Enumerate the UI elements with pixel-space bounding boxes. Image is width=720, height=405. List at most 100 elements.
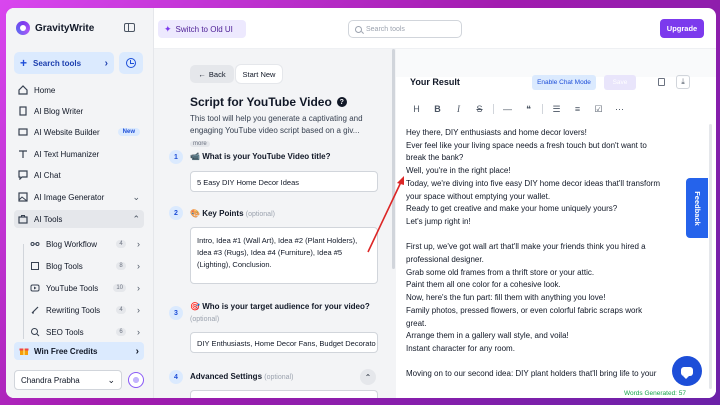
history-icon <box>126 58 136 68</box>
start-new-button[interactable]: Start New <box>236 65 282 83</box>
result-editor[interactable]: Hey there, DIY enthusiasts and home deco… <box>406 127 696 381</box>
feedback-label: Feedback <box>692 190 702 226</box>
video-title-input[interactable]: 5 Easy DIY Home Decor Ideas <box>190 171 378 192</box>
app-name: GravityWrite <box>35 22 95 34</box>
sidebar-subitem-youtube-tools[interactable]: YouTube Tools 10 › <box>26 279 144 297</box>
sidebar-item-ai-tools[interactable]: AI Tools ⌃ <box>14 210 144 228</box>
target-audience-input[interactable]: DIY Enthusiasts, Home Decor Fans, Budget… <box>190 332 378 353</box>
result-line: Ready to get creative and make your home… <box>406 204 618 214</box>
sidebar-item-ai-blog-writer[interactable]: AI Blog Writer <box>14 102 144 120</box>
toolbar-divider <box>493 104 494 114</box>
target-icon: 🎯 <box>190 302 200 311</box>
chat-bubble-icon <box>681 366 693 379</box>
result-line: Let's jump right in! <box>406 216 471 226</box>
sidebar-subitem-label: Rewriting Tools <box>46 305 101 315</box>
tool-form-panel: ← Back Start New Script for YouTube Vide… <box>154 49 396 398</box>
result-line: Instant character for any room. <box>406 343 515 353</box>
image-icon <box>18 192 28 202</box>
more-link[interactable]: more <box>190 141 210 147</box>
chevron-right-icon: › <box>137 283 140 293</box>
scrollbar[interactable] <box>709 124 712 389</box>
sidebar-item-label: AI Image Generator <box>34 192 105 202</box>
numbered-list-button[interactable]: ≡ <box>567 104 588 114</box>
result-line: Moving on to our second idea: DIY plant … <box>406 369 657 379</box>
scrollbar[interactable] <box>392 49 395 269</box>
heading-button[interactable]: H <box>406 104 427 114</box>
strikethrough-button[interactable]: S <box>469 104 490 114</box>
support-chat-button[interactable] <box>672 356 702 386</box>
chevron-up-icon[interactable]: ⌃ <box>360 369 376 385</box>
sidebar-item-ai-image-generator[interactable]: AI Image Generator ⌄ <box>14 188 144 206</box>
bold-button[interactable]: B <box>427 104 448 114</box>
feedback-tab[interactable]: Feedback <box>686 178 708 238</box>
video-camera-icon: 📹 <box>190 152 200 161</box>
chevron-right-icon: › <box>137 261 140 271</box>
sidebar-subitem-rewriting-tools[interactable]: Rewriting Tools 4 › <box>26 301 144 319</box>
workflow-icon <box>30 242 40 246</box>
enable-chat-mode-button[interactable]: Enable Chat Mode <box>532 75 596 90</box>
sidebar-subitem-blog-workflow[interactable]: Blog Workflow 4 › <box>26 235 144 253</box>
horizontal-rule-button[interactable]: — <box>497 104 518 114</box>
switch-to-old-ui-button[interactable]: ✦ Switch to Old UI <box>158 20 246 38</box>
advanced-settings-field[interactable] <box>190 390 378 398</box>
description-text: This tool will help you generate a capti… <box>190 114 363 135</box>
gift-icon <box>19 348 29 355</box>
bullet-list-button[interactable]: ☰ <box>546 104 567 115</box>
result-line: professional designer. <box>406 255 484 265</box>
win-free-credits-button[interactable]: Win Free Credits › <box>14 342 144 360</box>
logo[interactable]: GravityWrite <box>16 21 94 35</box>
result-line: your space without emptying your wallet. <box>406 191 551 201</box>
result-line: Well, you're in the right place! <box>406 166 511 176</box>
sidebar-item-label: AI Website Builder <box>34 127 100 137</box>
result-title: Your Result <box>410 77 460 87</box>
sidebar-item-ai-website-builder[interactable]: AI Website Builder New <box>14 123 144 141</box>
copy-icon[interactable] <box>658 78 665 86</box>
top-search-input[interactable]: Search tools <box>348 20 462 38</box>
download-icon[interactable]: ⤓ <box>676 75 690 89</box>
text-icon <box>19 150 27 158</box>
advanced-settings-label: Advanced Settings (optional) <box>190 372 293 381</box>
result-line: Arrange them in a gallery wall style, an… <box>406 331 569 341</box>
account-dropdown[interactable]: Chandra Prabha ⌄ <box>14 370 122 390</box>
back-button[interactable]: ← Back <box>190 65 234 83</box>
sparkle-icon: ✦ <box>164 23 172 34</box>
search-tools-button[interactable]: + Search tools › <box>14 52 114 74</box>
sidebar-item-label: AI Tools <box>34 214 63 224</box>
result-line: Grab some old frames from a thrift store… <box>406 267 595 277</box>
result-line: Paint them all one color for a cohesive … <box>406 280 561 290</box>
result-line: First up, we've got wall art that'll mak… <box>406 242 646 252</box>
home-icon <box>18 85 28 95</box>
user-name: Chandra Prabha <box>21 375 80 385</box>
result-line: Family photos, pressed flowers, or even … <box>406 305 643 315</box>
tool-count-badge: 8 <box>116 262 126 270</box>
save-button[interactable]: Save <box>604 75 636 90</box>
page-title-text: Script for YouTube Video <box>190 95 332 109</box>
help-icon[interactable]: ? <box>336 97 347 107</box>
collapse-sidebar-icon[interactable] <box>124 23 135 32</box>
quote-button[interactable]: ❝ <box>518 104 539 115</box>
key-points-textarea[interactable]: Intro, Idea #1 (Wall Art), Idea #2 (Plan… <box>190 227 378 284</box>
step-number: 4 <box>169 370 183 384</box>
sidebar-item-ai-chat[interactable]: AI Chat <box>14 166 144 184</box>
sidebar-subitem-blog-tools[interactable]: Blog Tools 8 › <box>26 257 144 275</box>
tool-count-badge: 4 <box>116 306 126 314</box>
sidebar-item-ai-text-humanizer[interactable]: AI Text Humanizer <box>14 145 144 163</box>
chevron-down-icon: ⌄ <box>107 374 115 385</box>
history-button[interactable] <box>119 52 143 74</box>
optional-tag: (optional) <box>245 211 275 218</box>
checklist-button[interactable]: ☑ <box>588 104 609 115</box>
tool-description: This tool will help you generate a capti… <box>190 113 378 150</box>
step-label-text: What is your YouTube Video title? <box>202 152 331 161</box>
chevron-right-icon: › <box>137 327 140 337</box>
avatar[interactable] <box>128 372 144 388</box>
editor-toolbar: H B I S — ❝ ☰ ≡ ☑ ⋯ <box>406 99 706 119</box>
tool-count-badge: 10 <box>113 284 126 292</box>
sidebar-subitem-seo-tools[interactable]: SEO Tools 6 › <box>26 323 144 341</box>
italic-button[interactable]: I <box>448 104 469 114</box>
sidebar-item-label: AI Blog Writer <box>34 106 84 116</box>
upgrade-button[interactable]: Upgrade <box>660 19 704 38</box>
search-tools-label: Search tools <box>33 58 82 68</box>
sidebar-item-home[interactable]: Home <box>14 81 144 99</box>
chevron-down-icon: ⌄ <box>132 191 140 202</box>
more-options-button[interactable]: ⋯ <box>609 104 630 115</box>
